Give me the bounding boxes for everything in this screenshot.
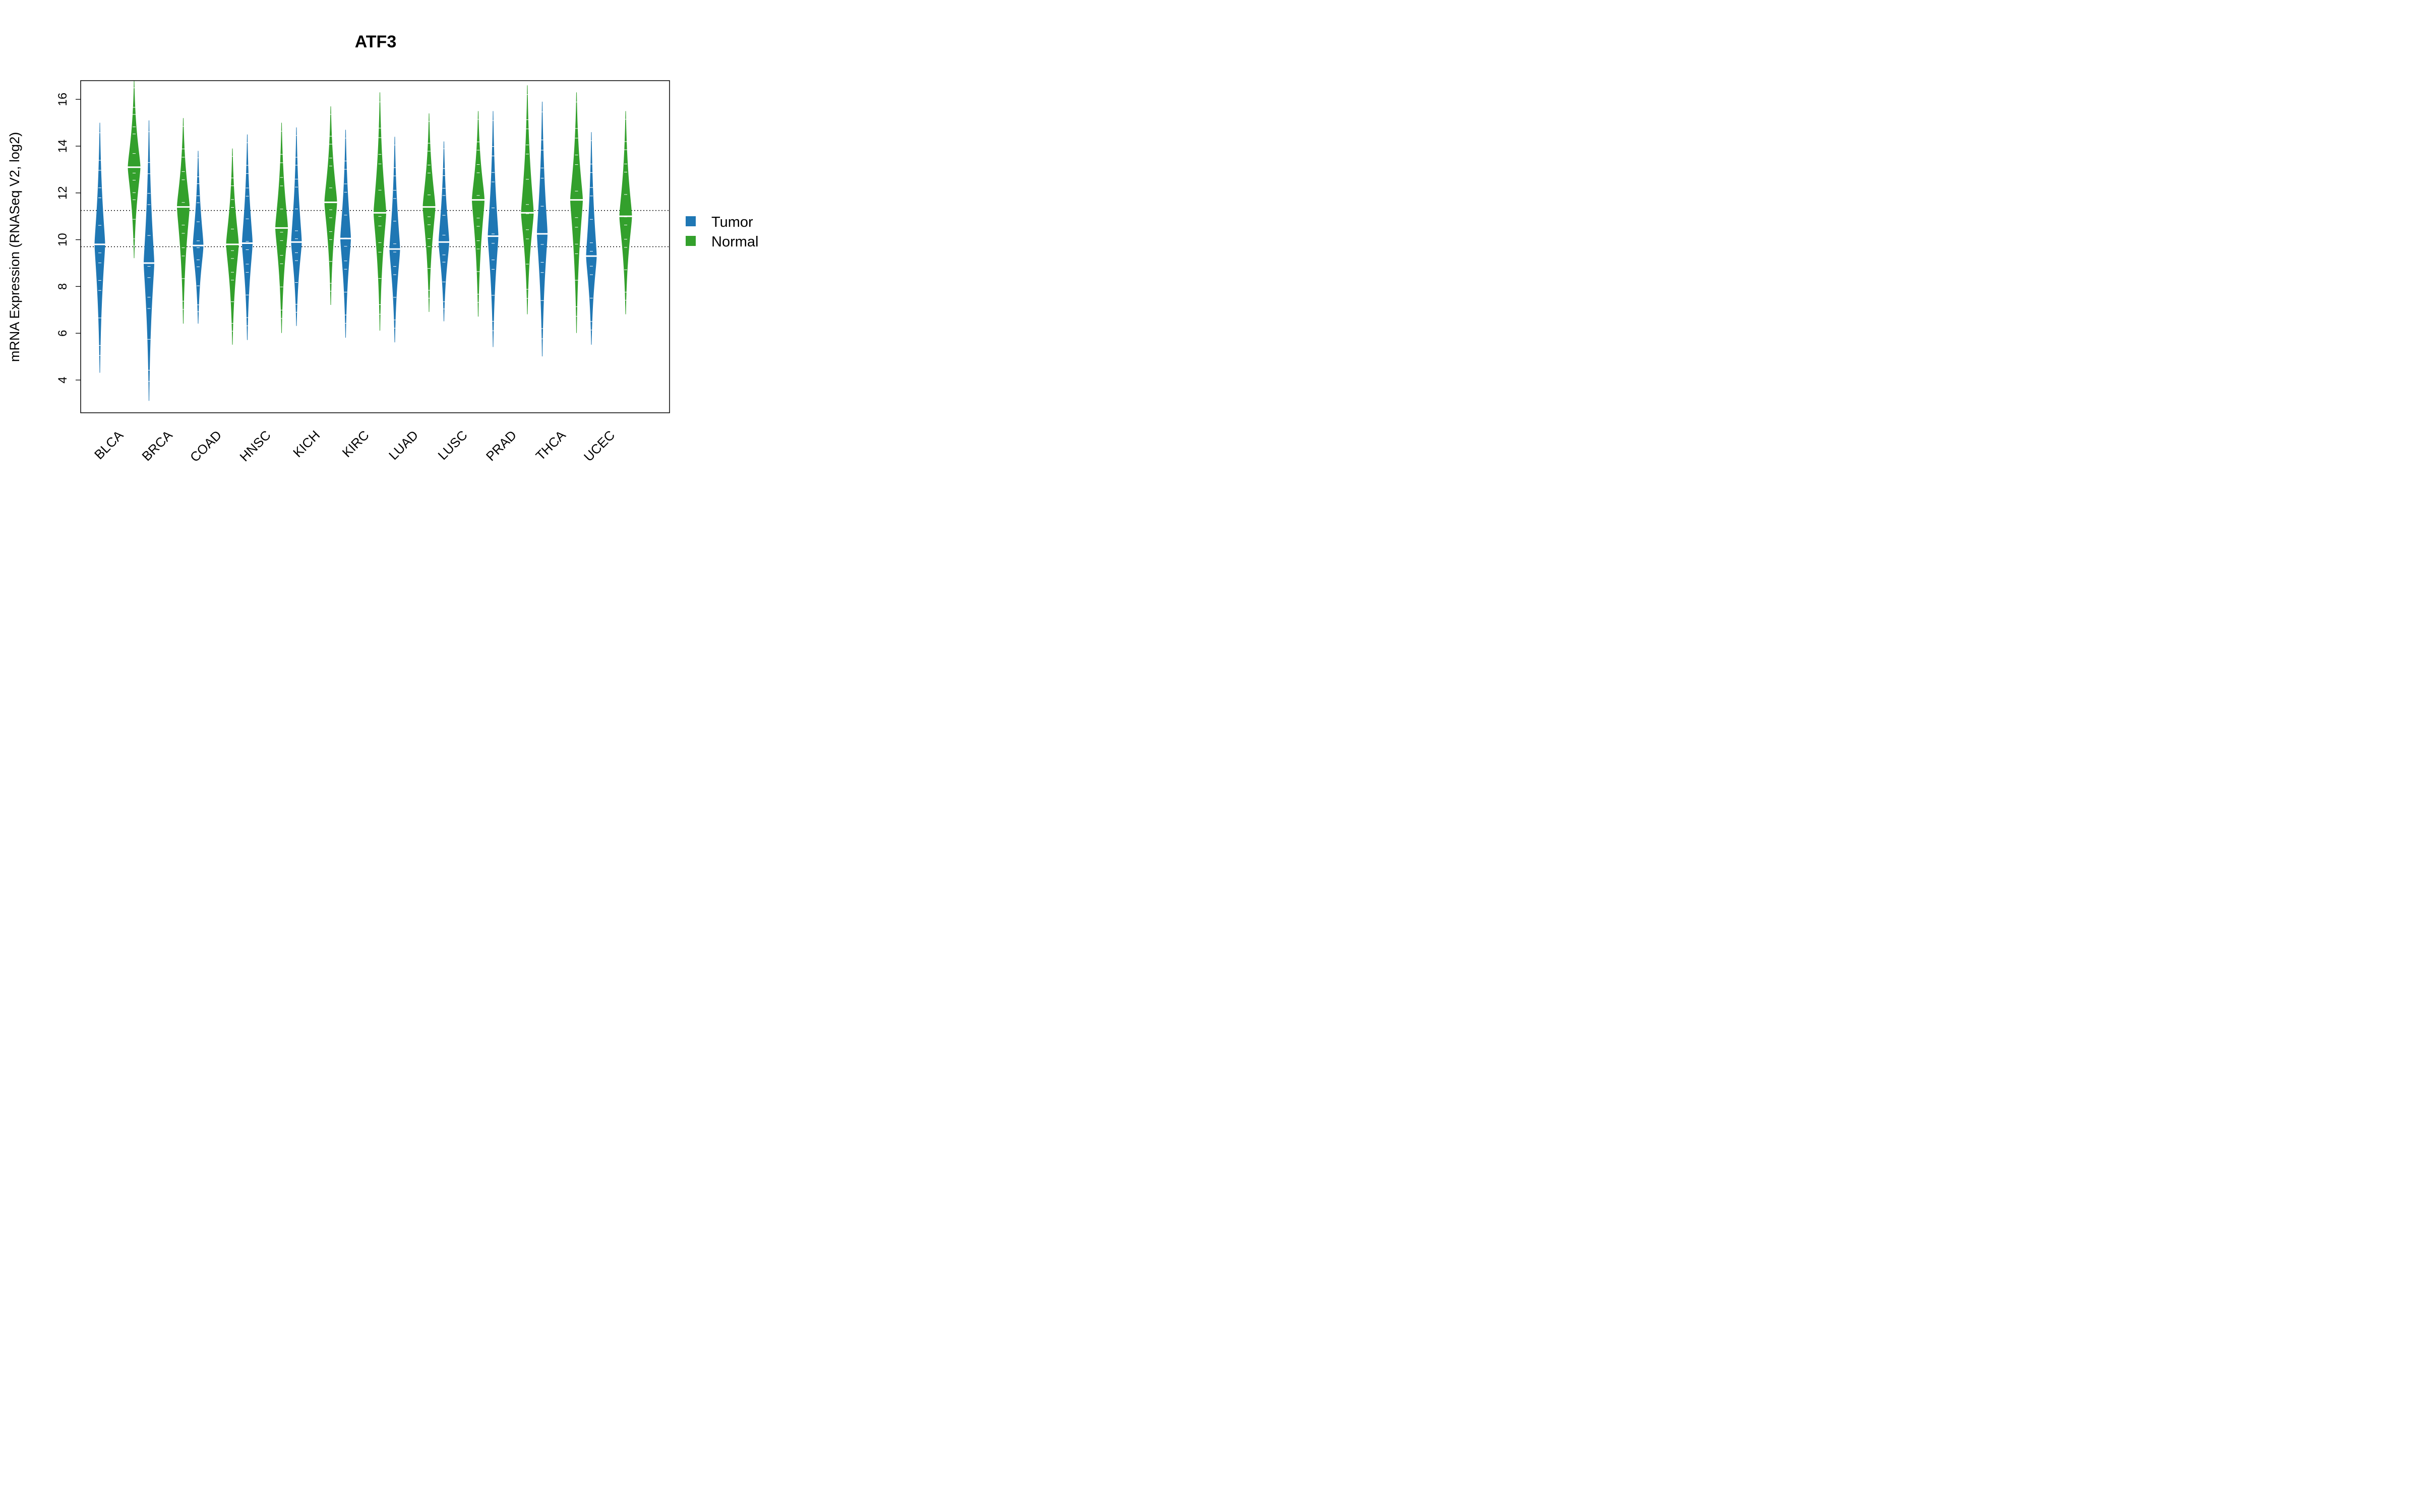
y-tick-label: 6 xyxy=(56,330,70,337)
x-tick-label: HNSC xyxy=(236,427,273,464)
y-tick-label: 14 xyxy=(56,140,70,153)
x-tick-label: KICH xyxy=(290,427,323,460)
x-tick-label: BRCA xyxy=(139,427,175,464)
x-tick-label: LUSC xyxy=(435,427,470,463)
x-tick-label: COAD xyxy=(187,427,224,465)
y-tick-label: 12 xyxy=(56,186,70,200)
legend-label-tumor: Tumor xyxy=(711,214,753,230)
y-tick-label: 16 xyxy=(56,93,70,106)
x-tick-label: PRAD xyxy=(483,427,519,464)
legend-label-normal: Normal xyxy=(711,234,758,250)
y-tick-label: 8 xyxy=(56,283,70,290)
x-tick-label: BLCA xyxy=(91,427,127,463)
y-tick-label: 4 xyxy=(56,376,70,383)
y-axis-label: mRNA Expression (RNASeq V2, log2) xyxy=(7,132,22,362)
legend-swatch-tumor xyxy=(686,216,696,226)
y-tick-label: 10 xyxy=(56,233,70,246)
x-tick-label: KIRC xyxy=(339,427,372,460)
x-tick-label: LUAD xyxy=(386,427,421,463)
legend: Tumor Normal xyxy=(686,214,758,250)
x-tick-label: THCA xyxy=(532,427,569,464)
violin-chart: ATF3 mRNA Expression (RNASeq V2, log2) T… xyxy=(7,32,758,465)
x-tick-label: UCEC xyxy=(581,427,618,464)
legend-swatch-normal xyxy=(686,236,696,246)
chart-title: ATF3 xyxy=(355,32,396,51)
